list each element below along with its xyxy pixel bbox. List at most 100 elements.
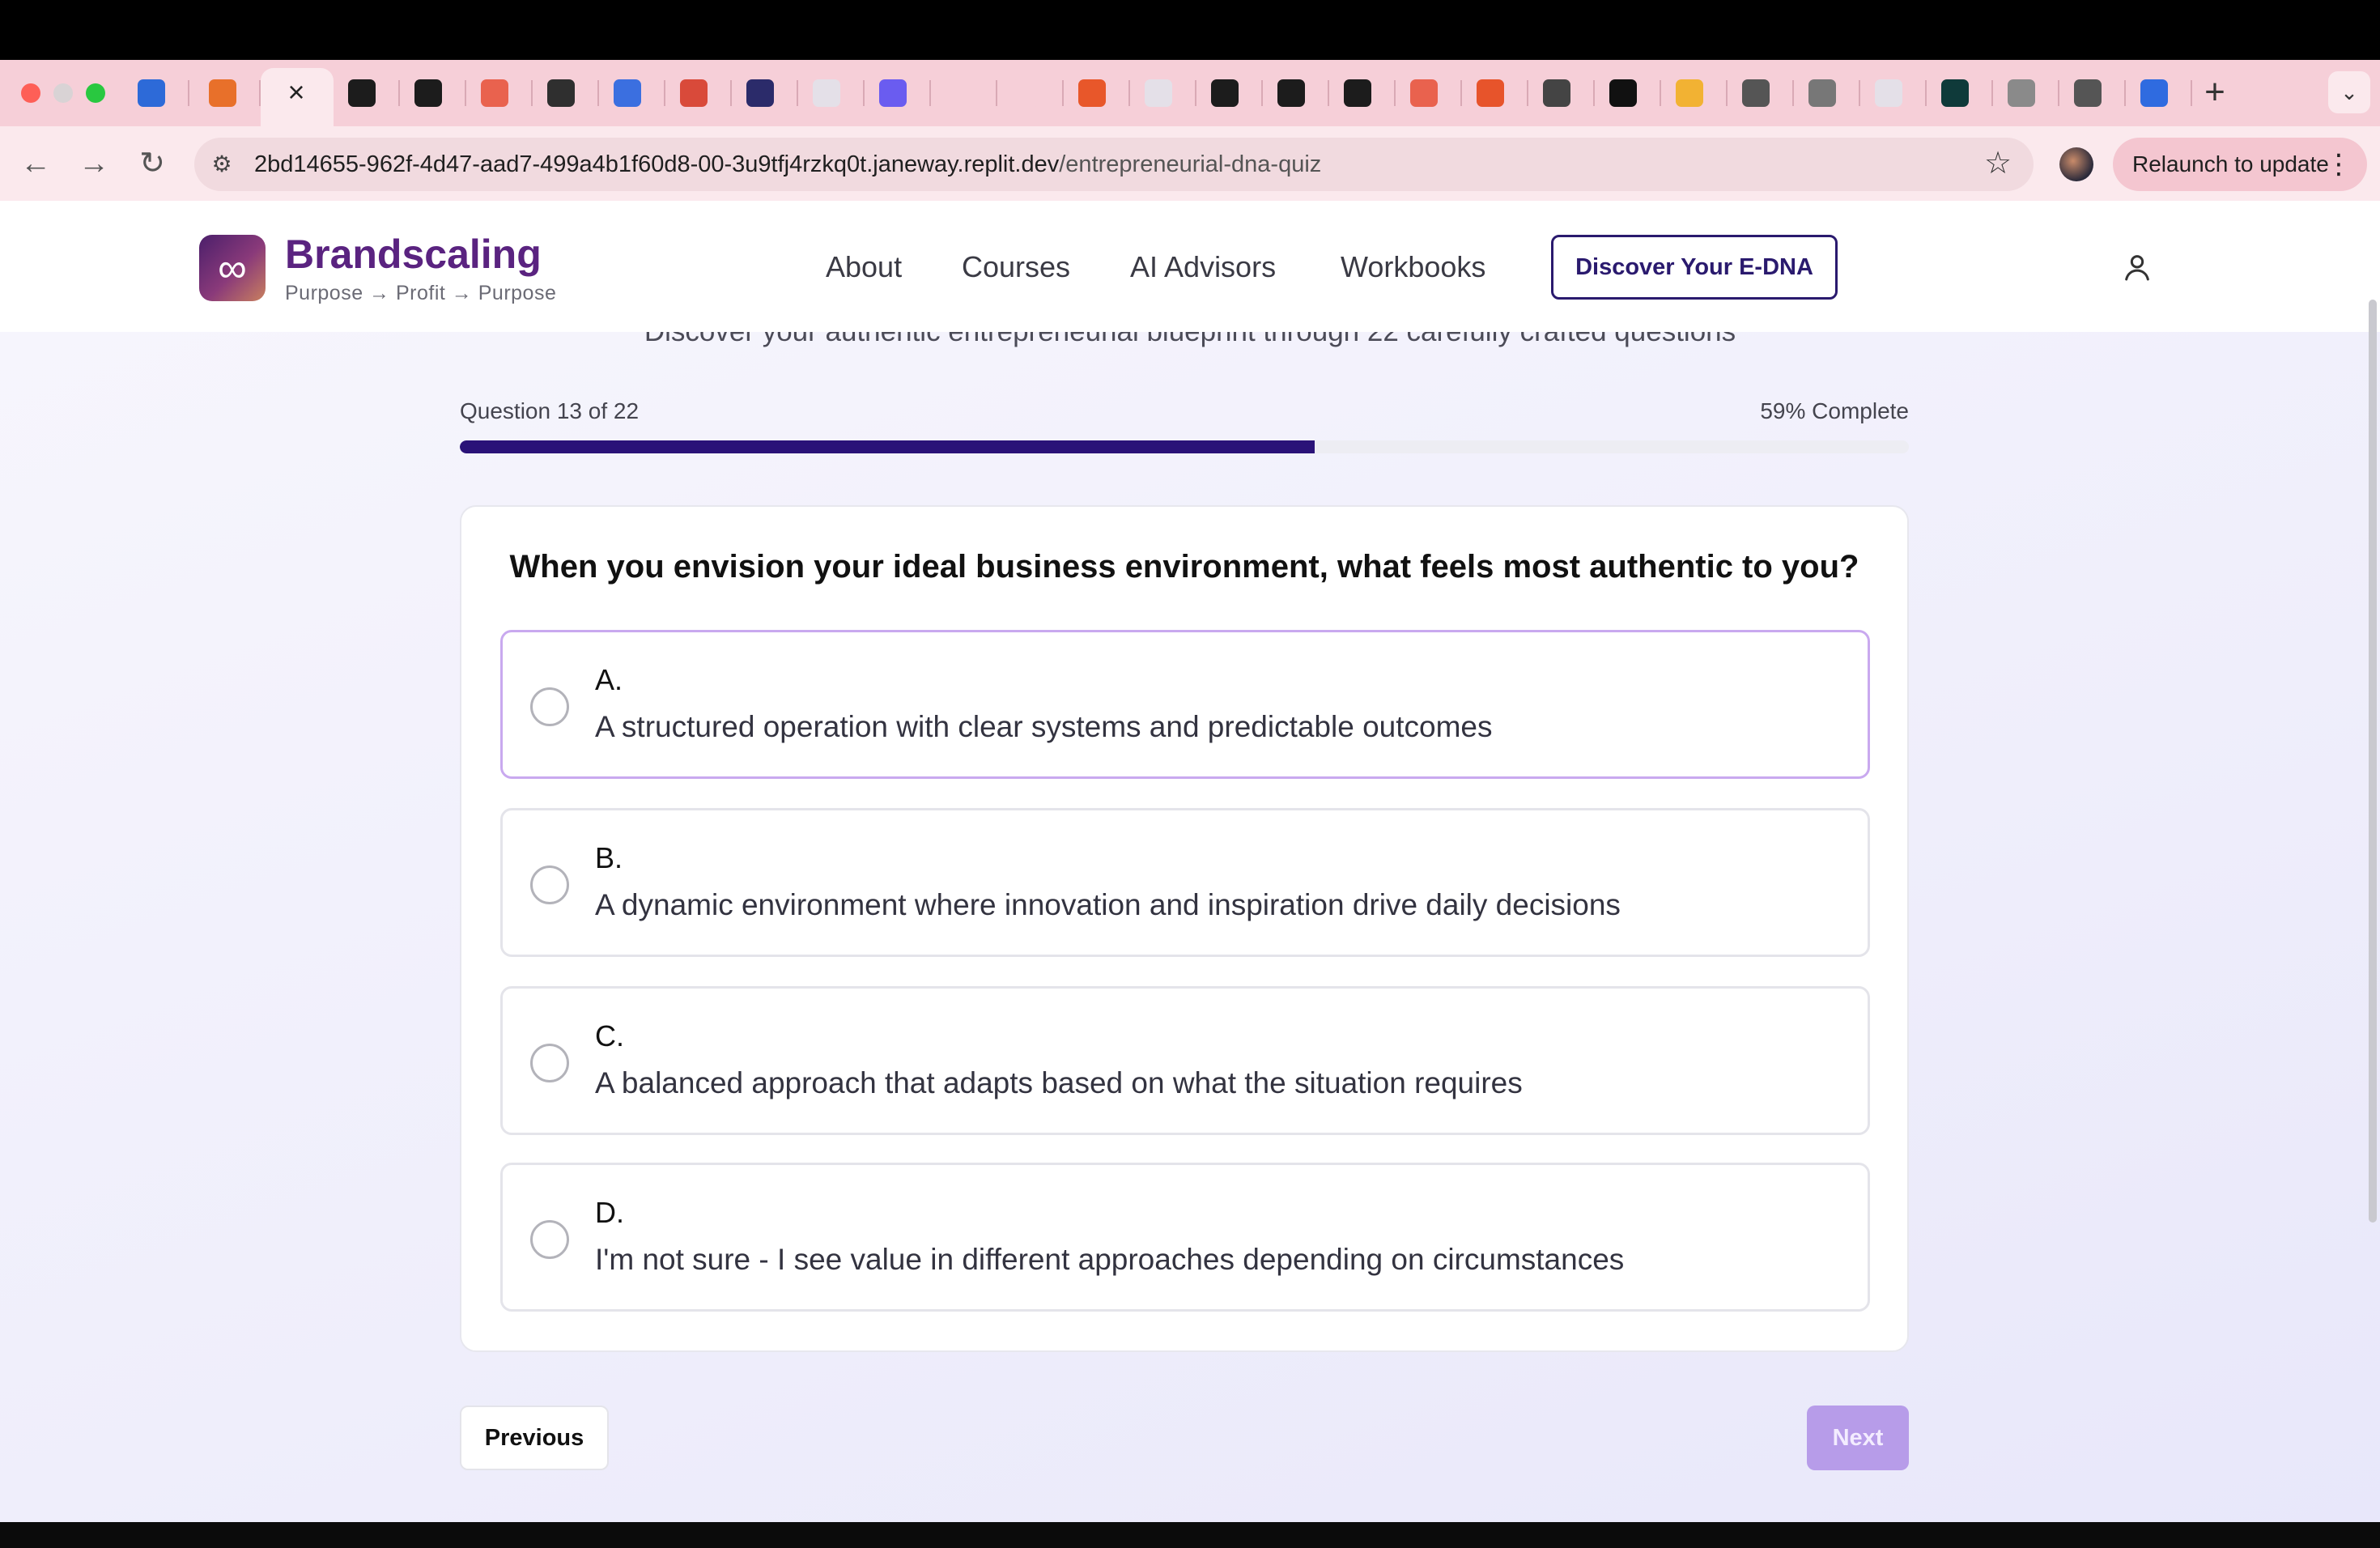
tab-separator <box>2058 80 2059 106</box>
radio-button-b[interactable] <box>530 865 569 904</box>
option-c[interactable]: C. A balanced approach that adapts based… <box>500 986 1870 1135</box>
tab-favicon-icon[interactable] <box>1543 79 1570 107</box>
discover-edna-button[interactable]: Discover Your E-DNA <box>1551 235 1838 300</box>
tab-favicon-icon[interactable] <box>547 79 575 107</box>
previous-button[interactable]: Previous <box>460 1406 609 1470</box>
site-info-icon[interactable]: ⚙ <box>206 148 238 181</box>
tab-favicon-icon[interactable] <box>481 79 508 107</box>
option-letter: A. <box>595 663 623 696</box>
tab-separator <box>1328 80 1329 106</box>
close-window-button[interactable] <box>21 83 40 103</box>
tab-favicon-icon[interactable] <box>1344 79 1371 107</box>
tab-separator <box>1925 80 1927 106</box>
url-text[interactable]: 2bd14655-962f-4d47-aad7-499a4b1f60d8-00-… <box>254 149 1321 180</box>
bookmark-star-icon[interactable]: ☆ <box>1980 146 2016 181</box>
tab-favicon-icon[interactable] <box>1676 79 1703 107</box>
radio-button-c[interactable] <box>530 1044 569 1082</box>
option-letter: B. <box>595 841 623 874</box>
progress-fill <box>460 440 1315 453</box>
tab-separator <box>1726 80 1728 106</box>
brand-tagline: Purpose → Profit → Purpose <box>285 282 557 304</box>
tab-search-chevron-icon[interactable]: ⌄ <box>2328 71 2370 113</box>
tab-separator <box>1128 80 1130 106</box>
minimize-window-button[interactable] <box>53 83 73 103</box>
tab-favicon-icon[interactable] <box>348 79 376 107</box>
tab-favicon-icon[interactable] <box>1477 79 1504 107</box>
tab-favicon-icon[interactable] <box>946 79 973 107</box>
tab-separator <box>531 80 533 106</box>
tab-separator <box>188 80 189 106</box>
nav-about[interactable]: About <box>826 246 902 288</box>
tab-separator <box>1859 80 1860 106</box>
page-scrollbar[interactable] <box>2369 300 2377 1223</box>
tab-favicon-icon[interactable] <box>1211 79 1239 107</box>
radio-button-d[interactable] <box>530 1220 569 1259</box>
tab-separator <box>797 80 798 106</box>
tab-separator <box>1660 80 1661 106</box>
nav-ai-advisors[interactable]: AI Advisors <box>1130 246 1276 288</box>
radio-button-a[interactable] <box>530 687 569 726</box>
tab-separator <box>2124 80 2126 106</box>
question-counter: Question 13 of 22 <box>460 398 640 423</box>
maximize-window-button[interactable] <box>86 83 105 103</box>
tab-separator <box>664 80 665 106</box>
reload-icon[interactable]: ↻ <box>133 144 172 183</box>
option-text: A dynamic environment where innovation a… <box>595 888 1621 921</box>
tab-separator <box>1792 80 1794 106</box>
tab-favicon-icon[interactable] <box>2008 79 2035 107</box>
close-tab-icon[interactable]: × <box>280 76 312 108</box>
tab-separator <box>1394 80 1396 106</box>
tab-favicon-icon[interactable] <box>138 79 165 107</box>
nav-workbooks[interactable]: Workbooks <box>1341 246 1485 288</box>
tab-separator <box>1527 80 1528 106</box>
option-a[interactable]: A. A structured operation with clear sys… <box>500 630 1870 779</box>
tab-favicon-icon[interactable] <box>209 79 236 107</box>
tab-favicon-icon[interactable] <box>1145 79 1172 107</box>
tab-separator <box>730 80 732 106</box>
tab-favicon-icon[interactable] <box>1410 79 1438 107</box>
tab-favicon-icon[interactable] <box>746 79 774 107</box>
tab-favicon-icon[interactable] <box>614 79 641 107</box>
tab-separator <box>465 80 466 106</box>
relaunch-label: Relaunch to update <box>2132 151 2329 176</box>
tab-separator <box>996 80 997 106</box>
tab-separator <box>1460 80 1462 106</box>
tab-favicon-icon[interactable] <box>680 79 708 107</box>
nav-courses[interactable]: Courses <box>962 246 1070 288</box>
tab-favicon-icon[interactable] <box>2074 79 2102 107</box>
back-arrow-icon[interactable]: ← <box>16 144 55 183</box>
tab-favicon-icon[interactable] <box>1941 79 1969 107</box>
next-button[interactable]: Next <box>1807 1406 1909 1470</box>
tab-favicon-icon[interactable] <box>1875 79 1902 107</box>
bottom-edge <box>0 1522 2380 1548</box>
tab-separator <box>1261 80 1263 106</box>
user-icon[interactable] <box>2121 251 2153 283</box>
url-path: /entrepreneurial-dna-quiz <box>1059 151 1322 177</box>
system-top-bar <box>0 0 2380 60</box>
tab-favicon-icon[interactable] <box>1078 79 1106 107</box>
logo-icon[interactable]: ∞ <box>199 235 266 301</box>
tab-favicon-icon[interactable] <box>1012 79 1039 107</box>
forward-arrow-icon[interactable]: → <box>74 144 113 183</box>
tab-favicon-icon[interactable] <box>879 79 907 107</box>
url-host: 2bd14655-962f-4d47-aad7-499a4b1f60d8-00-… <box>254 151 1060 177</box>
option-d[interactable]: D. I'm not sure - I see value in differe… <box>500 1163 1870 1312</box>
option-b[interactable]: B. A dynamic environment where innovatio… <box>500 808 1870 957</box>
more-menu-icon[interactable]: ⋮ <box>2325 138 2352 191</box>
tab-favicon-icon[interactable] <box>1277 79 1305 107</box>
option-letter: D. <box>595 1196 624 1229</box>
tab-favicon-icon[interactable] <box>2140 79 2168 107</box>
new-tab-button[interactable]: + <box>2199 74 2231 110</box>
tab-favicon-icon[interactable] <box>1742 79 1770 107</box>
tab-favicon-icon[interactable] <box>414 79 442 107</box>
relaunch-button[interactable]: Relaunch to update ⋮ <box>2113 138 2367 191</box>
tab-favicon-icon[interactable] <box>813 79 840 107</box>
brand-name[interactable]: Brandscaling <box>285 230 542 279</box>
profile-avatar[interactable] <box>2059 147 2093 181</box>
option-text: A structured operation with clear system… <box>595 710 1493 743</box>
tab-favicon-icon[interactable] <box>1609 79 1637 107</box>
tab-favicon-icon[interactable] <box>1808 79 1836 107</box>
tab-separator <box>1991 80 1993 106</box>
tab-separator <box>863 80 865 106</box>
option-text: I'm not sure - I see value in different … <box>595 1243 1625 1276</box>
